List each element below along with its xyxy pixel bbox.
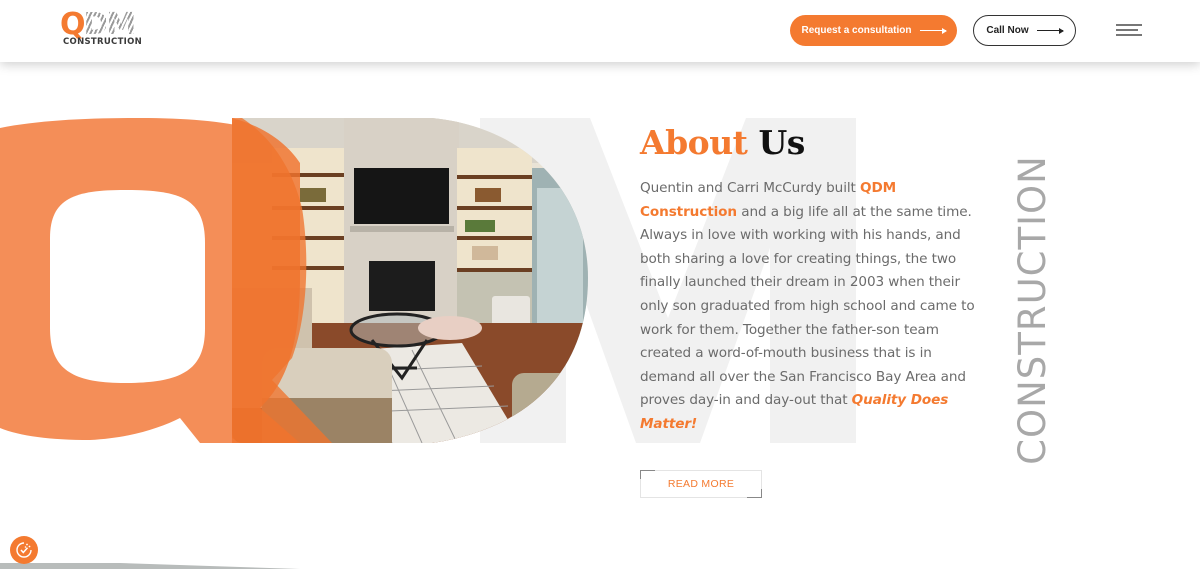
call-now-label: Call Now (986, 25, 1029, 36)
read-more-label: READ MORE (667, 478, 735, 490)
hamburger-menu-icon[interactable] (1116, 24, 1142, 38)
arrow-right-icon (1036, 27, 1064, 34)
about-text-part-1: Quentin and Carri McCurdy built (640, 180, 860, 196)
request-consultation-button[interactable]: Request a consultation (790, 15, 957, 46)
read-more-button[interactable]: READ MORE (640, 470, 762, 498)
cookie-consent-icon (16, 542, 32, 558)
logo-mark: QDM (60, 7, 136, 42)
cookie-consent-button[interactable] (10, 536, 38, 564)
request-consultation-label: Request a consultation (801, 25, 912, 36)
about-title-word-1: About (640, 123, 748, 162)
logo-subtitle: CONSTRUCTION (63, 37, 143, 47)
about-title: About Us (640, 122, 805, 164)
arrow-right-icon (919, 27, 947, 34)
q-overlay-photo-part (232, 118, 332, 443)
about-paragraph: Quentin and Carri McCurdy built QDM Cons… (640, 177, 990, 437)
about-title-word-2: Us (758, 123, 805, 162)
call-now-button[interactable]: Call Now (973, 15, 1076, 46)
site-header: QDM CONSTRUCTION Request a consultation … (0, 0, 1200, 62)
about-text-part-2: and a big life all at the same time. Alw… (640, 203, 975, 409)
vertical-construction-word: CONSTRUCTION (1011, 155, 1054, 465)
bottom-divider (0, 563, 300, 569)
logo[interactable]: QDM CONSTRUCTION (60, 10, 150, 48)
